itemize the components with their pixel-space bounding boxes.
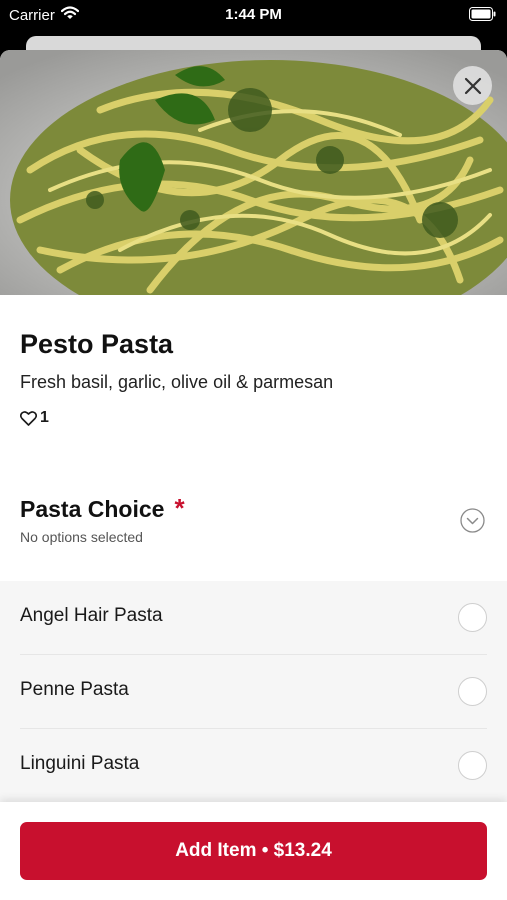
section-subtitle: No options selected bbox=[20, 529, 143, 545]
item-description: Fresh basil, garlic, olive oil & parmesa… bbox=[20, 372, 334, 392]
chevron-down-icon bbox=[460, 508, 485, 533]
like-button[interactable]: 1 bbox=[20, 409, 49, 427]
section-title: Pasta Choice bbox=[20, 496, 165, 522]
status-bar: Carrier 1:44 PM bbox=[0, 0, 507, 30]
option-label: Angel Hair Pasta bbox=[20, 605, 163, 626]
radio-button[interactable] bbox=[458, 677, 487, 706]
radio-button[interactable] bbox=[458, 751, 487, 780]
footer-bar: Add Item • $13.24 bbox=[0, 802, 507, 900]
option-label: Penne Pasta bbox=[20, 679, 129, 700]
options-list: Angel Hair Pasta Penne Pasta Linguini Pa… bbox=[0, 581, 507, 802]
item-detail-sheet: Pesto Pasta Fresh basil, garlic, olive o… bbox=[0, 50, 507, 900]
close-icon bbox=[464, 77, 481, 94]
collapse-toggle-button[interactable] bbox=[460, 508, 485, 533]
heart-icon bbox=[20, 410, 37, 426]
option-label: Linguini Pasta bbox=[20, 753, 140, 774]
required-indicator: * bbox=[174, 493, 185, 523]
radio-button[interactable] bbox=[458, 603, 487, 632]
close-button[interactable] bbox=[453, 66, 492, 105]
like-count: 1 bbox=[40, 409, 49, 426]
option-penne[interactable]: Penne Pasta bbox=[0, 655, 507, 729]
add-item-button[interactable]: Add Item • $13.24 bbox=[20, 822, 487, 880]
item-title: Pesto Pasta bbox=[20, 329, 174, 359]
option-linguini[interactable]: Linguini Pasta bbox=[0, 729, 507, 803]
option-angel-hair[interactable]: Angel Hair Pasta bbox=[0, 581, 507, 655]
section-header: Pasta Choice * bbox=[20, 493, 185, 524]
battery-icon bbox=[469, 7, 496, 25]
clock: 1:44 PM bbox=[225, 6, 282, 23]
item-photo bbox=[0, 50, 507, 295]
